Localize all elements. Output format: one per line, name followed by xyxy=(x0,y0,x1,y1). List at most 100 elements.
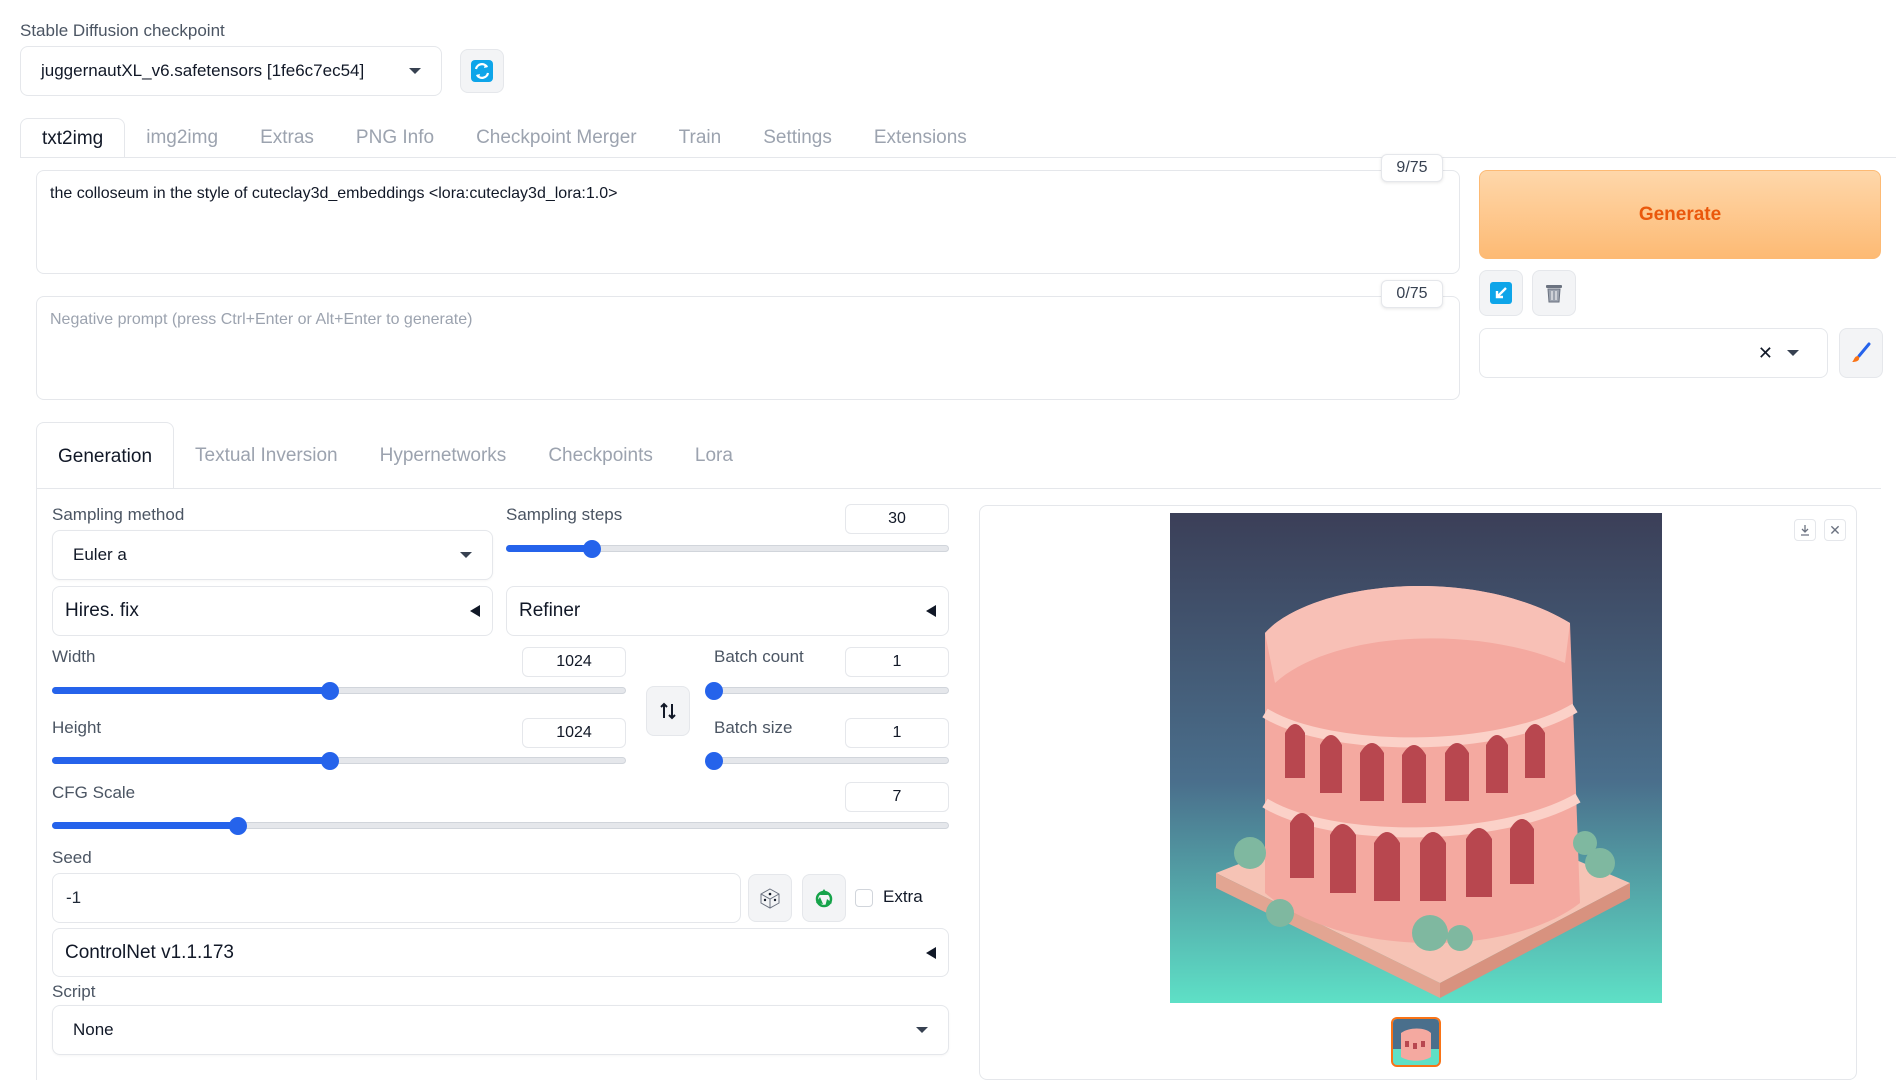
tab-extras[interactable]: Extras xyxy=(239,118,335,158)
tab-extensions[interactable]: Extensions xyxy=(853,118,988,158)
gallery-thumbnail[interactable] xyxy=(1391,1017,1441,1067)
swap-vertical-icon xyxy=(660,702,676,720)
close-icon[interactable]: ✕ xyxy=(1824,519,1846,541)
slider-track xyxy=(714,757,949,764)
sampling-method-label: Sampling method xyxy=(52,505,185,524)
subtabs-divider xyxy=(36,488,1881,489)
slider-fill xyxy=(506,545,593,552)
height-input[interactable]: 1024 xyxy=(522,718,626,748)
tab-checkpoints[interactable]: Checkpoints xyxy=(527,422,674,489)
generated-image[interactable] xyxy=(1170,513,1662,1003)
height-label: Height xyxy=(52,718,102,737)
controlnet-label: ControlNet v1.1.173 xyxy=(65,941,234,963)
batch-size-label: Batch size xyxy=(714,718,793,737)
slider-track xyxy=(714,687,949,694)
slider-fill xyxy=(52,822,238,829)
download-icon[interactable] xyxy=(1794,519,1816,541)
sampling-steps-input[interactable]: 30 xyxy=(845,504,949,534)
batch-size-slider[interactable] xyxy=(705,752,949,770)
slider-thumb[interactable] xyxy=(320,682,339,700)
collapse-arrow-icon xyxy=(470,605,480,617)
tab-train[interactable]: Train xyxy=(658,118,743,158)
chevron-down-icon xyxy=(916,1027,928,1033)
tabs-divider xyxy=(20,157,1896,158)
slider-thumb[interactable] xyxy=(583,540,602,558)
styles-select[interactable]: ✕ xyxy=(1479,328,1828,378)
negative-prompt-token-counter: 0/75 xyxy=(1381,280,1443,308)
refiner-label: Refiner xyxy=(519,600,581,621)
width-slider[interactable] xyxy=(52,682,626,700)
cfg-scale-input[interactable]: 7 xyxy=(845,782,949,812)
checkpoint-select[interactable]: juggernautXL_v6.safetensors [1fe6c7ec54] xyxy=(20,46,442,96)
batch-size-input[interactable]: 1 xyxy=(845,718,949,748)
refresh-checkpoint-button[interactable] xyxy=(460,49,504,93)
tab-hypernetworks[interactable]: Hypernetworks xyxy=(359,422,528,489)
dice-icon xyxy=(760,888,780,909)
prompt-input[interactable]: the colloseum in the style of cuteclay3d… xyxy=(36,170,1460,274)
panel-border xyxy=(36,488,37,1080)
negative-prompt-input[interactable]: Negative prompt (press Ctrl+Enter or Alt… xyxy=(36,296,1460,400)
seed-label: Seed xyxy=(52,848,92,867)
seed-input[interactable]: -1 xyxy=(52,873,741,923)
chevron-down-icon xyxy=(460,552,472,558)
clear-icon[interactable]: ✕ xyxy=(1758,343,1773,364)
collapse-arrow-icon xyxy=(926,605,936,617)
refresh-icon xyxy=(471,60,493,82)
paintbrush-icon xyxy=(1852,342,1871,362)
slider-fill xyxy=(52,687,330,694)
batch-count-slider[interactable] xyxy=(705,682,949,700)
reuse-seed-button[interactable] xyxy=(802,874,846,922)
slider-fill xyxy=(52,757,330,764)
sampling-method-select[interactable]: Euler a xyxy=(52,530,493,580)
download-arrow-icon xyxy=(1801,525,1809,536)
tab-img2img[interactable]: img2img xyxy=(125,118,239,158)
tab-lora[interactable]: Lora xyxy=(674,422,754,489)
script-label: Script xyxy=(52,982,96,1001)
random-seed-button[interactable] xyxy=(748,874,792,922)
slider-thumb[interactable] xyxy=(705,682,723,700)
generation-tabs: Generation Textual Inversion Hypernetwor… xyxy=(36,422,754,489)
cfg-scale-label: CFG Scale xyxy=(52,783,136,802)
tab-png-info[interactable]: PNG Info xyxy=(335,118,455,158)
batch-count-input[interactable]: 1 xyxy=(845,647,949,677)
slider-thumb[interactable] xyxy=(705,752,723,770)
arrow-down-left-icon xyxy=(1490,282,1512,304)
script-select[interactable]: None xyxy=(52,1005,949,1055)
main-tabs: txt2img img2img Extras PNG Info Checkpoi… xyxy=(20,118,988,158)
tab-textual-inversion[interactable]: Textual Inversion xyxy=(174,422,359,489)
swap-dimensions-button[interactable] xyxy=(646,686,690,736)
chevron-down-icon xyxy=(1787,350,1799,356)
extra-seed-checkbox[interactable] xyxy=(855,889,873,907)
controlnet-accordion[interactable]: ControlNet v1.1.173 xyxy=(52,928,949,977)
sampling-steps-label: Sampling steps xyxy=(506,505,623,524)
script-value: None xyxy=(73,1020,114,1039)
generate-button[interactable]: Generate xyxy=(1479,170,1881,259)
apply-style-button[interactable] xyxy=(1839,328,1883,378)
slider-thumb[interactable] xyxy=(320,752,339,770)
tab-settings[interactable]: Settings xyxy=(742,118,853,158)
slider-thumb[interactable] xyxy=(228,817,247,835)
prompt-token-counter: 9/75 xyxy=(1381,154,1443,182)
width-input[interactable]: 1024 xyxy=(522,647,626,677)
checkpoint-label: Stable Diffusion checkpoint xyxy=(20,21,225,40)
width-label: Width xyxy=(52,647,96,666)
sampling-steps-slider[interactable] xyxy=(506,540,949,558)
read-params-button[interactable] xyxy=(1479,270,1523,316)
thumbnail-image xyxy=(1393,1019,1439,1065)
chevron-down-icon xyxy=(409,68,421,74)
clear-prompt-button[interactable] xyxy=(1532,270,1576,316)
trash-icon xyxy=(1546,285,1562,303)
sampling-method-value: Euler a xyxy=(73,545,127,564)
recycle-icon xyxy=(815,889,833,908)
height-slider[interactable] xyxy=(52,752,626,770)
extra-seed-label: Extra xyxy=(883,887,923,906)
batch-count-label: Batch count xyxy=(714,647,804,666)
refiner-accordion[interactable]: Refiner xyxy=(506,586,949,636)
cfg-scale-slider[interactable] xyxy=(52,817,949,835)
hires-fix-accordion[interactable]: Hires. fix xyxy=(52,586,493,636)
checkpoint-value: juggernautXL_v6.safetensors [1fe6c7ec54] xyxy=(41,61,365,80)
tab-generation[interactable]: Generation xyxy=(36,422,175,489)
collapse-arrow-icon xyxy=(926,946,936,959)
tab-checkpoint-merger[interactable]: Checkpoint Merger xyxy=(455,118,658,158)
tab-txt2img[interactable]: txt2img xyxy=(20,118,126,158)
